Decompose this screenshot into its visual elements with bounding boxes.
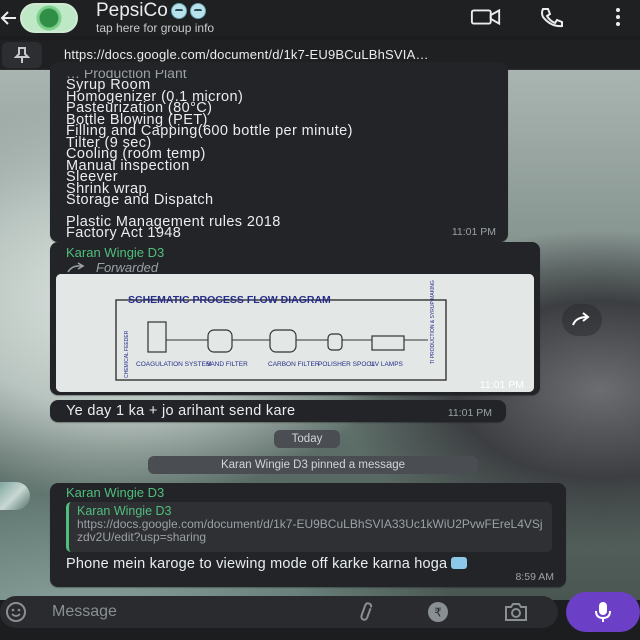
sender-name[interactable]: Karan Wingie D3 (66, 485, 550, 500)
group-name-text: PepsiCo (96, 0, 168, 21)
message-compose-bar: ₹ (0, 596, 558, 628)
forward-arrow-icon (572, 312, 590, 326)
attach-icon[interactable] (352, 600, 380, 624)
system-message: Karan Wingie D3 pinned a message (148, 456, 478, 474)
message-input[interactable] (52, 600, 342, 624)
forwarded-text: Forwarded (96, 260, 159, 275)
video-call-icon[interactable] (470, 6, 502, 28)
sender-name[interactable]: Karan Wingie D3 (66, 245, 536, 260)
voice-record-button[interactable] (566, 592, 640, 632)
forwarded-icon (67, 261, 85, 272)
message-bubble-reply[interactable]: Karan Wingie D3 Karan Wingie D3 https://… (50, 483, 566, 587)
quoted-message[interactable]: Karan Wingie D3 https://docs.google.com/… (66, 502, 552, 552)
emoji-icon[interactable] (0, 596, 32, 628)
group-title-block[interactable]: PepsiCo tap here for group info (96, 1, 214, 35)
pin-icon (2, 41, 42, 68)
list-item: Storage and Dispatch (66, 192, 214, 208)
more-options-icon[interactable] (602, 6, 634, 28)
diagram-label: COAGULATION SYSTEM (136, 361, 211, 368)
message-time: 11:01 PM (451, 226, 496, 238)
svg-text:₹: ₹ (434, 606, 442, 620)
list-item: Factory Act 1948 (66, 225, 182, 241)
diagram-title: SCHEMATIC PROCESS FLOW DIAGRAM (128, 294, 331, 306)
message-text-wrap: Phone mein karoge to viewing mode off ka… (66, 556, 550, 572)
forwarded-label: Forwarded (66, 260, 536, 275)
group-info-hint: tap here for group info (96, 21, 215, 35)
quoted-sender: Karan Wingie D3 (77, 504, 172, 518)
camera-icon[interactable] (502, 600, 530, 624)
thumbs-up-emoji-icon (451, 557, 468, 569)
process-flow-diagram-image[interactable]: SCHEMATIC PROCESS FLOW DIAGRAM CHEMICAL … (56, 274, 534, 392)
list-item: Manual inspection (66, 157, 190, 174)
message-time: 11:01 PM (479, 379, 524, 391)
diagram-label: POLISHER SPOOL (318, 361, 375, 368)
chat-header[interactable]: PepsiCo tap here for group info (0, 0, 640, 36)
quoted-link-text: https://docs.google.com/document/d/1k7-E… (77, 517, 543, 544)
mic-icon (595, 602, 611, 622)
pinned-message-text: https://docs.google.com/document/d/1k7-E… (64, 47, 429, 62)
message-text: Phone mein karoge to viewing mode off ka… (66, 556, 448, 572)
message-time: 8:59 AM (515, 571, 554, 583)
cold-face-emoji-icon (189, 3, 206, 19)
phone-icon[interactable] (536, 6, 568, 28)
back-arrow-icon[interactable] (0, 4, 18, 32)
message-text: Ye day 1 ka + jo arihant send kare (66, 403, 296, 419)
date-divider: Today (274, 430, 340, 448)
message-bubble-process-list[interactable]: … Production Plant Syrup Room Homogenize… (50, 62, 508, 242)
sender-avatar[interactable] (0, 482, 30, 510)
diagram-right-label: TI PRODUCTION & SYRUP MAKING (430, 280, 436, 364)
group-name: PepsiCo (96, 1, 214, 21)
cold-face-emoji-icon (170, 3, 187, 19)
diagram-label: CARBON FILTER (268, 361, 320, 368)
group-avatar[interactable] (20, 3, 78, 33)
rupee-payment-icon[interactable]: ₹ (424, 600, 452, 624)
message-bubble-forwarded-image[interactable]: Karan Wingie D3 Forwarded SCHEMATIC PROC… (50, 242, 540, 395)
diagram-label: UV LAMPS (370, 361, 404, 368)
message-time: 11:01 PM (447, 407, 492, 419)
message-bubble-text[interactable]: Ye day 1 ka + jo arihant send kare 11:01… (50, 400, 506, 422)
forward-share-button[interactable] (562, 304, 602, 336)
diagram-label: SAND FILTER (206, 361, 248, 368)
diagram-side-label: CHEMICAL FEEDER (124, 330, 130, 378)
